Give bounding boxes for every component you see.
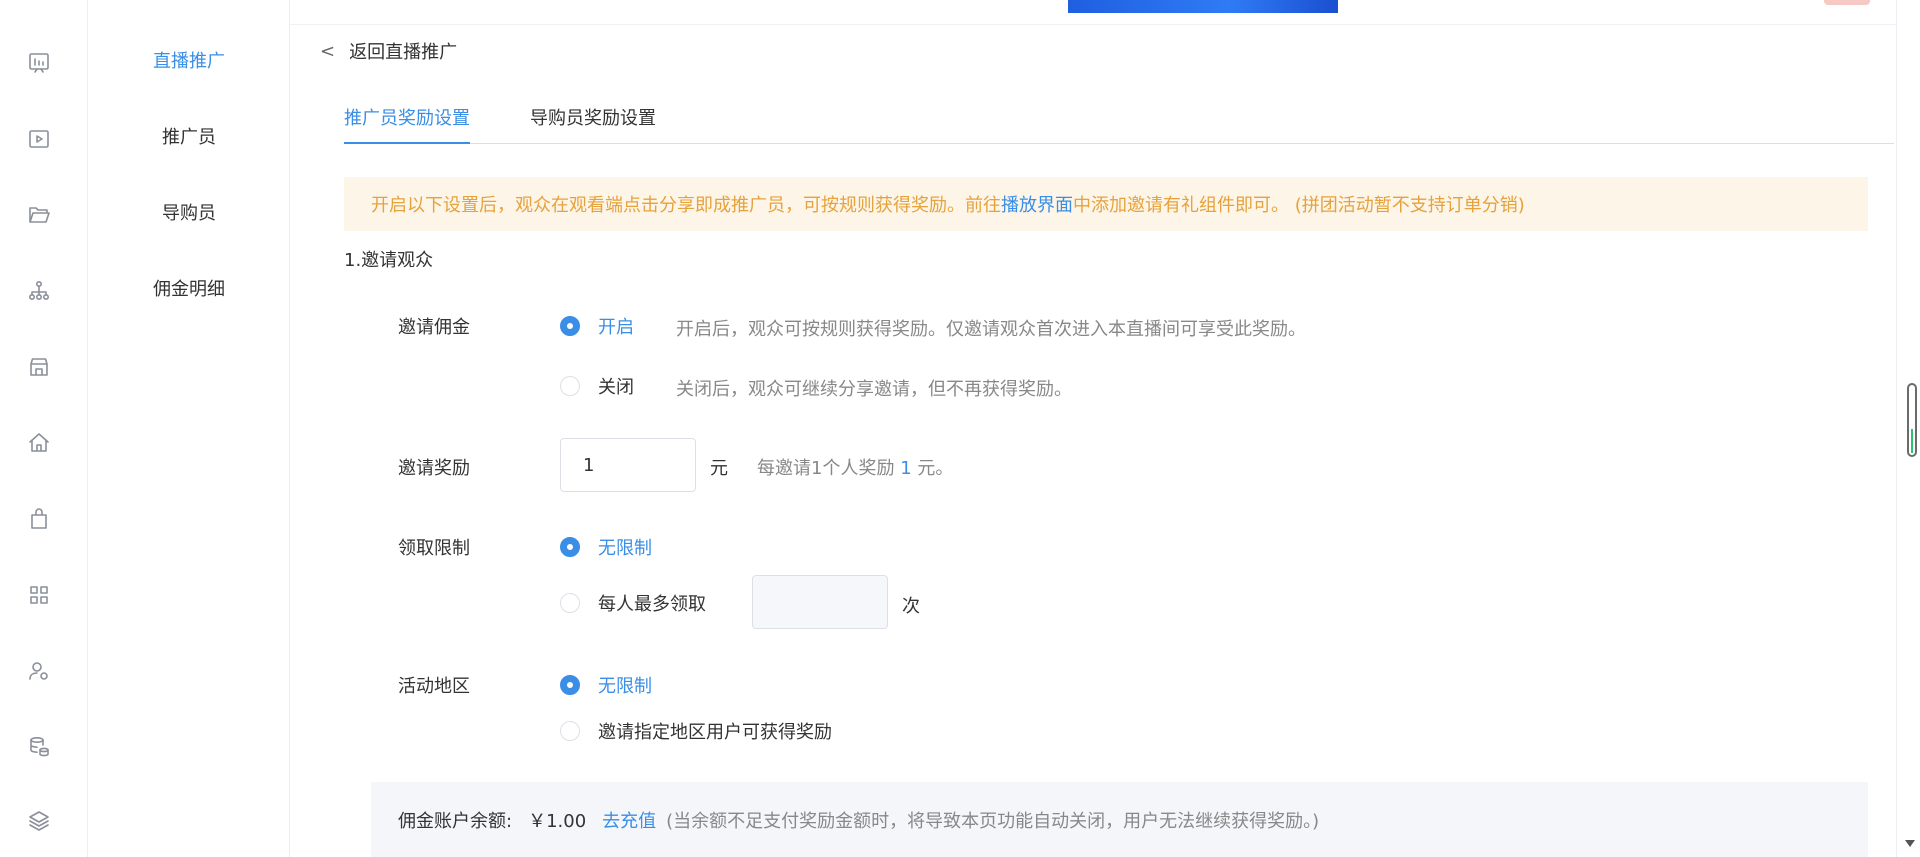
radio-dot [560, 675, 580, 695]
radio-label: 开启 [598, 317, 634, 338]
folder-icon[interactable] [26, 202, 52, 228]
invite-reward-desc: 每邀请1个人奖励 1 元。 [757, 454, 953, 480]
store-icon[interactable] [26, 354, 52, 380]
video-play-icon[interactable] [26, 126, 52, 152]
home-icon[interactable] [26, 430, 52, 456]
radio-label: 邀请指定地区用户可获得奖励 [598, 722, 832, 743]
radio-dot [560, 721, 580, 741]
claim-limit-max-radio[interactable]: 每人最多领取 [560, 590, 706, 616]
invite-commission-label: 邀请佣金 [398, 317, 470, 338]
chevron-left-icon: < [320, 40, 336, 62]
invite-commission-off-hint: 关闭后，观众可继续分享邀请，但不再获得奖励。 [676, 379, 1072, 400]
radio-label: 无限制 [598, 538, 652, 559]
recharge-link[interactable]: 去充值 [602, 807, 656, 833]
radio-label: 每人最多领取 [598, 594, 706, 615]
invite-commission-off-radio[interactable]: 关闭 [560, 373, 634, 399]
commission-balance-bar: 佣金账户余额: ￥1.00 去充值 (当余额不足支付奖励金额时，将导致本页功能自… [371, 782, 1868, 857]
claim-limit-unlimited-radio[interactable]: 无限制 [560, 534, 652, 560]
region-label: 活动地区 [398, 676, 470, 697]
invite-commission-on-hint: 开启后，观众可按规则获得奖励。仅邀请观众首次进入本直播间可享受此奖励。 [676, 319, 1306, 340]
radio-dot [560, 316, 580, 336]
scroll-down-arrow-icon[interactable] [1905, 840, 1915, 847]
claim-limit-label: 领取限制 [398, 538, 470, 559]
top-badge [1824, 0, 1870, 5]
banner-image [1068, 0, 1338, 13]
back-link[interactable]: < 返回直播推广 [320, 38, 457, 64]
desc-text: 每邀请1个人奖励 [757, 458, 895, 479]
submenu-item-promoter[interactable]: 推广员 [88, 123, 290, 149]
tab-bar: 推广员奖励设置 导购员奖励设置 [344, 104, 1894, 144]
notice-text-after: 中添加邀请有礼组件即可。 (拼团活动暂不支持订单分销) [1073, 195, 1525, 216]
radio-label: 无限制 [598, 676, 652, 697]
radio-dot [560, 376, 580, 396]
notice-banner: 开启以下设置后，观众在观看端点击分享即成推广员，可按规则获得奖励。前往 播放界面… [344, 177, 1868, 231]
playback-page-link[interactable]: 播放界面 [1001, 191, 1073, 217]
section-title: 1.邀请观众 [344, 250, 434, 271]
claim-limit-max-input[interactable] [752, 575, 888, 629]
balance-label: 佣金账户余额: [398, 810, 513, 832]
submenu-item-live-promotion[interactable]: 直播推广 [88, 47, 290, 73]
radio-dot [560, 593, 580, 613]
invite-reward-label: 邀请奖励 [398, 458, 470, 479]
radio-dot [560, 537, 580, 557]
sub-menu: 直播推广 推广员 导购员 佣金明细 [88, 0, 290, 857]
database-coins-icon[interactable] [26, 734, 52, 760]
invite-reward-unit: 元 [710, 458, 728, 479]
tab-promoter-rewards[interactable]: 推广员奖励设置 [344, 104, 470, 144]
claim-limit-unit: 次 [902, 596, 920, 617]
chart-board-icon[interactable] [26, 50, 52, 76]
tab-guide-rewards[interactable]: 导购员奖励设置 [530, 104, 656, 144]
user-settings-icon[interactable] [26, 658, 52, 684]
region-specific-radio[interactable]: 邀请指定地区用户可获得奖励 [560, 718, 832, 744]
divider [290, 24, 1896, 25]
radio-label: 关闭 [598, 377, 634, 398]
notice-text-before: 开启以下设置后，观众在观看端点击分享即成推广员，可按规则获得奖励。前往 [371, 195, 1001, 216]
invite-commission-on-radio[interactable]: 开启 [560, 313, 634, 339]
desc-text: 元。 [917, 458, 954, 479]
layers-icon[interactable] [26, 808, 52, 834]
shopping-bag-icon[interactable] [26, 506, 52, 532]
scrollbar-thumb[interactable] [1907, 383, 1917, 457]
desc-number: 1 [900, 458, 912, 479]
icon-rail [0, 0, 88, 857]
main-content: < 返回直播推广 推广员奖励设置 导购员奖励设置 开启以下设置后，观众在观看端点… [290, 0, 1896, 857]
org-tree-icon[interactable] [26, 278, 52, 304]
back-label: 返回直播推广 [349, 42, 458, 63]
submenu-item-commission-details[interactable]: 佣金明细 [88, 275, 290, 301]
submenu-item-shopping-guide[interactable]: 导购员 [88, 199, 290, 225]
balance-amount: ￥1.00 [528, 810, 587, 832]
region-unlimited-radio[interactable]: 无限制 [560, 672, 652, 698]
balance-note: (当余额不足支付奖励金额时，将导致本页功能自动关闭，用户无法继续获得奖励。) [666, 810, 1320, 832]
invite-reward-input[interactable]: 1 [560, 438, 696, 492]
apps-grid-icon[interactable] [26, 582, 52, 608]
